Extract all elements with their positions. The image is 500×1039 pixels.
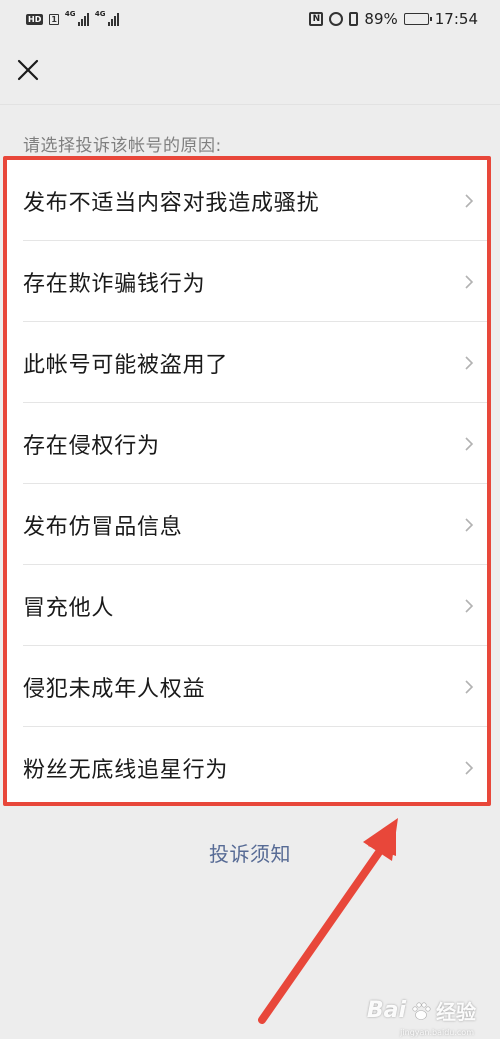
reason-item[interactable]: 冒充他人: [6, 565, 490, 646]
clock: 17:54: [434, 10, 478, 28]
reason-item[interactable]: 发布不适当内容对我造成骚扰: [6, 160, 490, 241]
reason-label: 存在侵权行为: [23, 433, 160, 459]
reason-label: 冒充他人: [23, 595, 115, 621]
reason-list: 发布不适当内容对我造成骚扰 存在欺诈骗钱行为 此帐号可能被盗用了 存在侵权行为 …: [6, 160, 490, 804]
reason-item[interactable]: 侵犯未成年人权益: [6, 646, 490, 727]
reason-label: 侵犯未成年人权益: [23, 676, 206, 702]
network-type-label: 4G: [64, 10, 76, 18]
reason-item[interactable]: 发布仿冒品信息: [6, 484, 490, 565]
chevron-right-icon: [465, 436, 474, 451]
vibrate-icon: [349, 12, 359, 26]
chevron-right-icon: [465, 193, 474, 208]
reason-item[interactable]: 此帐号可能被盗用了: [6, 322, 490, 403]
signal-icon: 4G: [94, 10, 119, 26]
chevron-right-icon: [465, 274, 474, 289]
battery-icon: [403, 13, 432, 25]
reason-label: 此帐号可能被盗用了: [23, 352, 229, 378]
reason-label: 发布不适当内容对我造成骚扰: [23, 190, 320, 216]
signal-icon: 4G: [64, 10, 89, 26]
reason-item[interactable]: 粉丝无底线追星行为: [6, 727, 490, 808]
watermark-url: jingyan.baidu.com: [400, 1028, 474, 1037]
reason-label: 存在欺诈骗钱行为: [23, 271, 206, 297]
status-bar: HD 1 4G 4G N 89% 17:54: [0, 0, 500, 38]
status-bar-right: N 89% 17:54: [309, 10, 478, 28]
watermark-sub: 经验: [436, 1000, 476, 1024]
close-button[interactable]: [14, 56, 42, 84]
status-bar-left: HD 1 4G 4G: [26, 10, 119, 26]
complaint-notice-link[interactable]: 投诉须知: [0, 838, 500, 867]
reason-item[interactable]: 存在侵权行为: [6, 403, 490, 484]
network-type-label: 4G: [94, 10, 106, 18]
close-icon: [17, 59, 39, 81]
chevron-right-icon: [465, 517, 474, 532]
reason-label: 发布仿冒品信息: [23, 514, 183, 540]
chevron-right-icon: [465, 760, 474, 775]
header-divider: [0, 104, 500, 105]
reason-item[interactable]: 存在欺诈骗钱行为: [6, 241, 490, 322]
nfc-icon: N: [309, 12, 324, 26]
chevron-right-icon: [465, 679, 474, 694]
prompt-text: 请选择投诉该帐号的原因:: [23, 136, 222, 156]
hd-badge: HD: [26, 13, 44, 25]
paw-icon: [412, 1001, 431, 1020]
watermark: Bai 经验: [367, 996, 476, 1025]
alarm-icon: [329, 12, 344, 26]
reason-label: 粉丝无底线追星行为: [23, 757, 229, 783]
chevron-right-icon: [465, 598, 474, 613]
watermark-brand: Bai: [366, 998, 406, 1023]
sim-badge: 1: [49, 13, 59, 25]
battery-percent: 89%: [364, 10, 398, 28]
chevron-right-icon: [465, 355, 474, 370]
